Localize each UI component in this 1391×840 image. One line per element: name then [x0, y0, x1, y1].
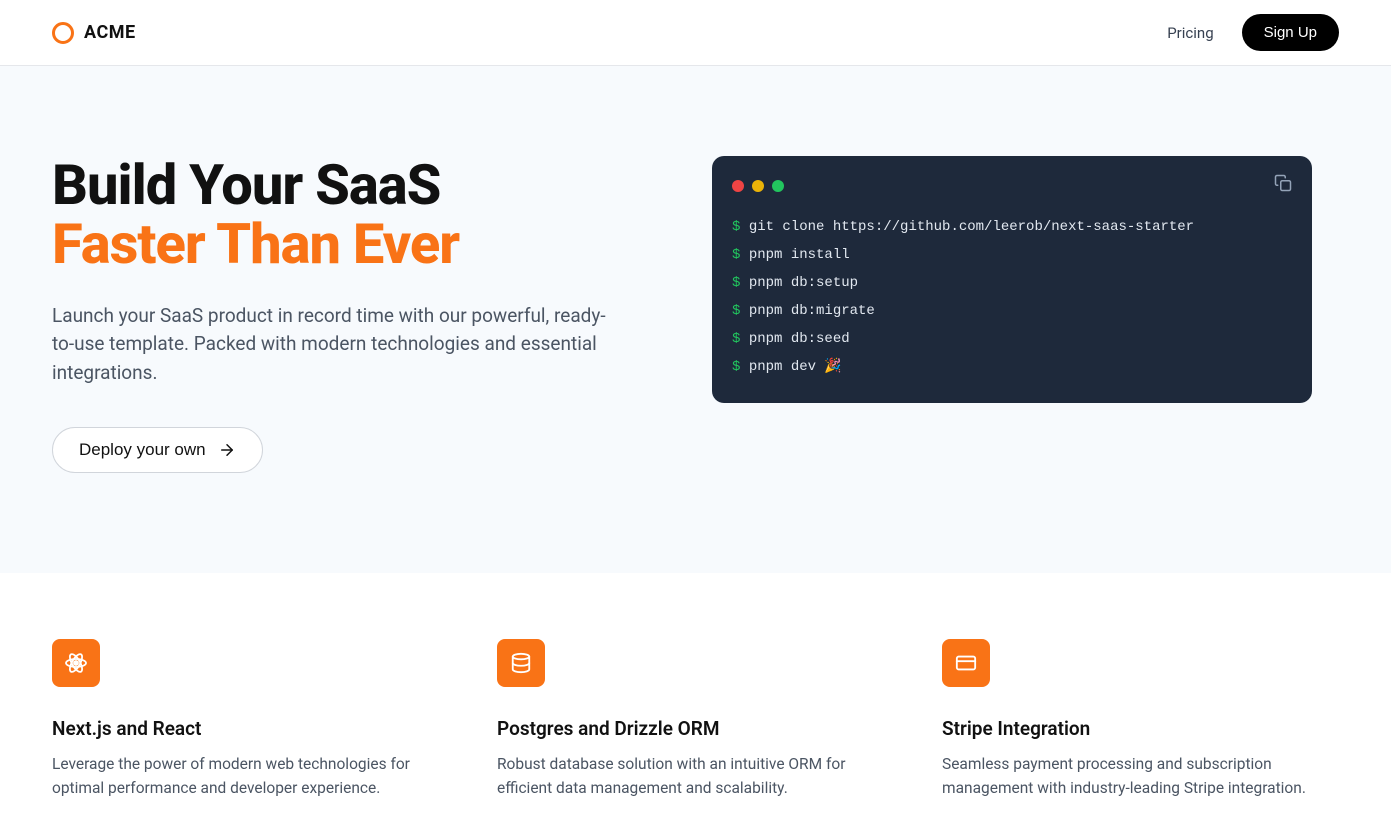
maximize-dot-icon	[772, 180, 784, 192]
minimize-dot-icon	[752, 180, 764, 192]
feature-description: Robust database solution with an intuiti…	[497, 752, 894, 800]
terminal-line: $ pnpm dev 🎉	[732, 353, 1292, 381]
feature-nextjs: Next.js and React Leverage the power of …	[52, 639, 449, 800]
hero-title-line1: Build Your SaaS	[52, 152, 440, 218]
feature-title: Postgres and Drizzle ORM	[497, 717, 894, 740]
terminal-line: $ git clone https://github.com/leerob/ne…	[732, 213, 1292, 241]
database-icon	[497, 639, 545, 687]
terminal-line: $ pnpm install	[732, 241, 1292, 269]
terminal-line: $ pnpm db:migrate	[732, 297, 1292, 325]
hero-section: Build Your SaaS Faster Than Ever Launch …	[0, 66, 1391, 573]
deploy-button[interactable]: Deploy your own	[52, 427, 263, 473]
deploy-button-label: Deploy your own	[79, 440, 206, 460]
close-dot-icon	[732, 180, 744, 192]
pricing-link[interactable]: Pricing	[1167, 24, 1213, 42]
hero-terminal-wrap: $ git clone https://github.com/leerob/ne…	[712, 156, 1312, 403]
nav-right: Pricing Sign Up	[1167, 14, 1339, 51]
terminal: $ git clone https://github.com/leerob/ne…	[712, 156, 1312, 403]
react-icon	[52, 639, 100, 687]
hero-content: Build Your SaaS Faster Than Ever Launch …	[52, 156, 652, 473]
features-section: Next.js and React Leverage the power of …	[0, 573, 1391, 840]
terminal-header	[732, 174, 1292, 197]
terminal-line: $ pnpm db:seed	[732, 325, 1292, 353]
window-controls	[732, 180, 784, 192]
arrow-right-icon	[218, 441, 236, 459]
feature-title: Next.js and React	[52, 717, 449, 740]
brand-name: ACME	[84, 22, 136, 43]
logo[interactable]: ACME	[52, 22, 136, 44]
logo-circle-icon	[52, 22, 74, 44]
feature-description: Seamless payment processing and subscrip…	[942, 752, 1339, 800]
header: ACME Pricing Sign Up	[0, 0, 1391, 66]
credit-card-icon	[942, 639, 990, 687]
hero-title: Build Your SaaS Faster Than Ever	[52, 156, 652, 274]
signup-button[interactable]: Sign Up	[1242, 14, 1339, 51]
feature-description: Leverage the power of modern web technol…	[52, 752, 449, 800]
copy-icon[interactable]	[1274, 174, 1292, 197]
hero-description: Launch your SaaS product in record time …	[52, 302, 622, 388]
terminal-line: $ pnpm db:setup	[732, 269, 1292, 297]
feature-postgres: Postgres and Drizzle ORM Robust database…	[497, 639, 894, 800]
hero-title-line2: Faster Than Ever	[52, 215, 652, 274]
feature-stripe: Stripe Integration Seamless payment proc…	[942, 639, 1339, 800]
feature-title: Stripe Integration	[942, 717, 1339, 740]
